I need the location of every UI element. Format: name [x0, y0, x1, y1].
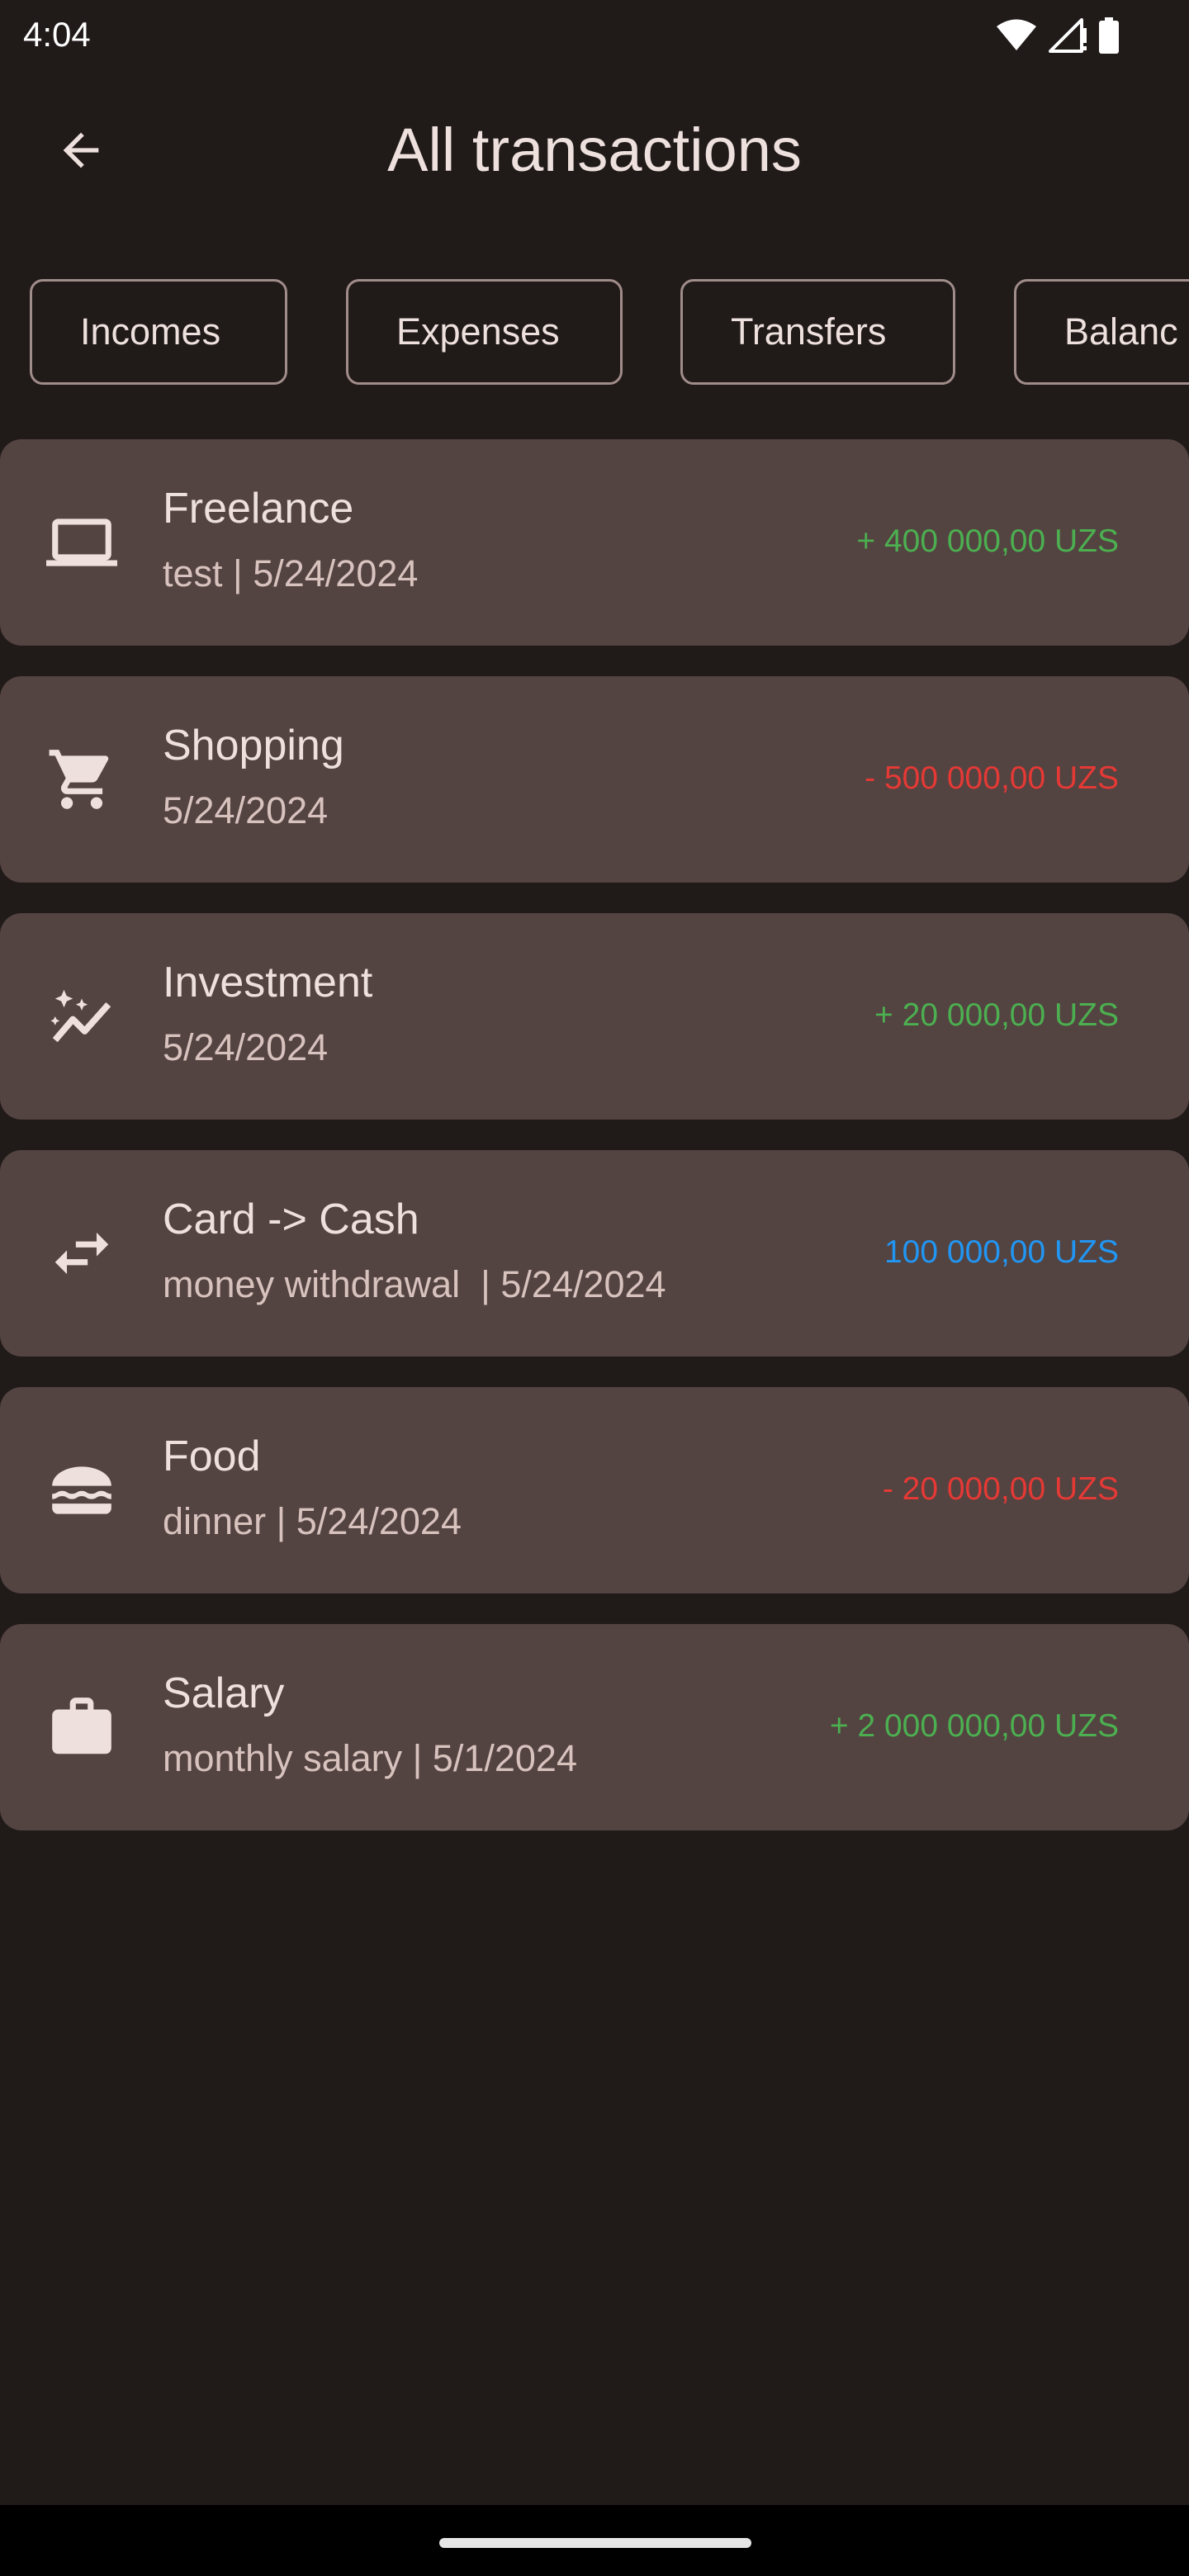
transaction-card[interactable]: Freelance test | 5/24/2024 + 400 000,00 …	[0, 439, 1189, 646]
transaction-card[interactable]: Food dinner | 5/24/2024 - 20 000,00 UZS	[0, 1387, 1189, 1593]
transaction-amount: + 2 000 000,00 UZS	[829, 1708, 1119, 1744]
wifi-icon	[996, 19, 1037, 52]
filter-chip-balance[interactable]: Balanc	[1014, 279, 1189, 385]
transaction-amount: + 400 000,00 UZS	[856, 523, 1119, 559]
transaction-card[interactable]: Salary monthly salary | 5/1/2024 + 2 000…	[0, 1624, 1189, 1830]
battery-icon	[1098, 17, 1120, 54]
transaction-amount: - 500 000,00 UZS	[865, 760, 1119, 796]
signal-icon	[1049, 18, 1087, 53]
status-time: 4:04	[23, 15, 91, 54]
transaction-title: Investment	[163, 959, 373, 1006]
transaction-title: Freelance	[163, 485, 354, 533]
transaction-subtitle: dinner | 5/24/2024	[163, 1500, 462, 1542]
transaction-subtitle: monthly salary | 5/1/2024	[163, 1737, 577, 1779]
filter-chip-transfers[interactable]: Transfers	[680, 279, 955, 385]
briefcase-icon	[43, 1688, 121, 1766]
transaction-card[interactable]: Card -> Cash money withdrawal | 5/24/202…	[0, 1150, 1189, 1357]
gesture-handle[interactable]	[439, 2538, 751, 2548]
burger-icon	[43, 1451, 121, 1529]
transaction-amount: - 20 000,00 UZS	[882, 1471, 1119, 1507]
swap-arrows-icon	[43, 1215, 121, 1292]
transaction-subtitle: test | 5/24/2024	[163, 552, 419, 594]
transaction-title: Food	[163, 1432, 261, 1480]
transaction-title: Card -> Cash	[163, 1196, 419, 1243]
transaction-card[interactable]: Investment 5/24/2024 + 20 000,00 UZS	[0, 913, 1189, 1120]
shopping-cart-icon	[43, 741, 121, 818]
transaction-subtitle: money withdrawal | 5/24/2024	[163, 1263, 666, 1305]
filter-chip-expenses[interactable]: Expenses	[346, 279, 623, 385]
system-nav-bar	[0, 2505, 1189, 2576]
laptop-icon	[43, 504, 121, 581]
transaction-amount: 100 000,00 UZS	[883, 1234, 1119, 1270]
filter-chips: Incomes Expenses Transfers Balanc	[0, 279, 1189, 391]
transaction-subtitle: 5/24/2024	[163, 789, 329, 831]
page-title: All transactions	[387, 116, 802, 184]
top-app-bar: All transactions	[0, 69, 1189, 228]
trending-sparkle-icon	[43, 978, 121, 1055]
status-icons	[996, 17, 1120, 54]
transaction-subtitle: 5/24/2024	[163, 1026, 329, 1068]
transaction-card[interactable]: Shopping 5/24/2024 - 500 000,00 UZS	[0, 676, 1189, 883]
transaction-title: Salary	[163, 1669, 285, 1717]
status-bar: 4:04	[0, 0, 1189, 69]
transaction-title: Shopping	[163, 722, 344, 769]
transaction-amount: + 20 000,00 UZS	[874, 997, 1119, 1033]
filter-chip-incomes[interactable]: Incomes	[30, 279, 287, 385]
